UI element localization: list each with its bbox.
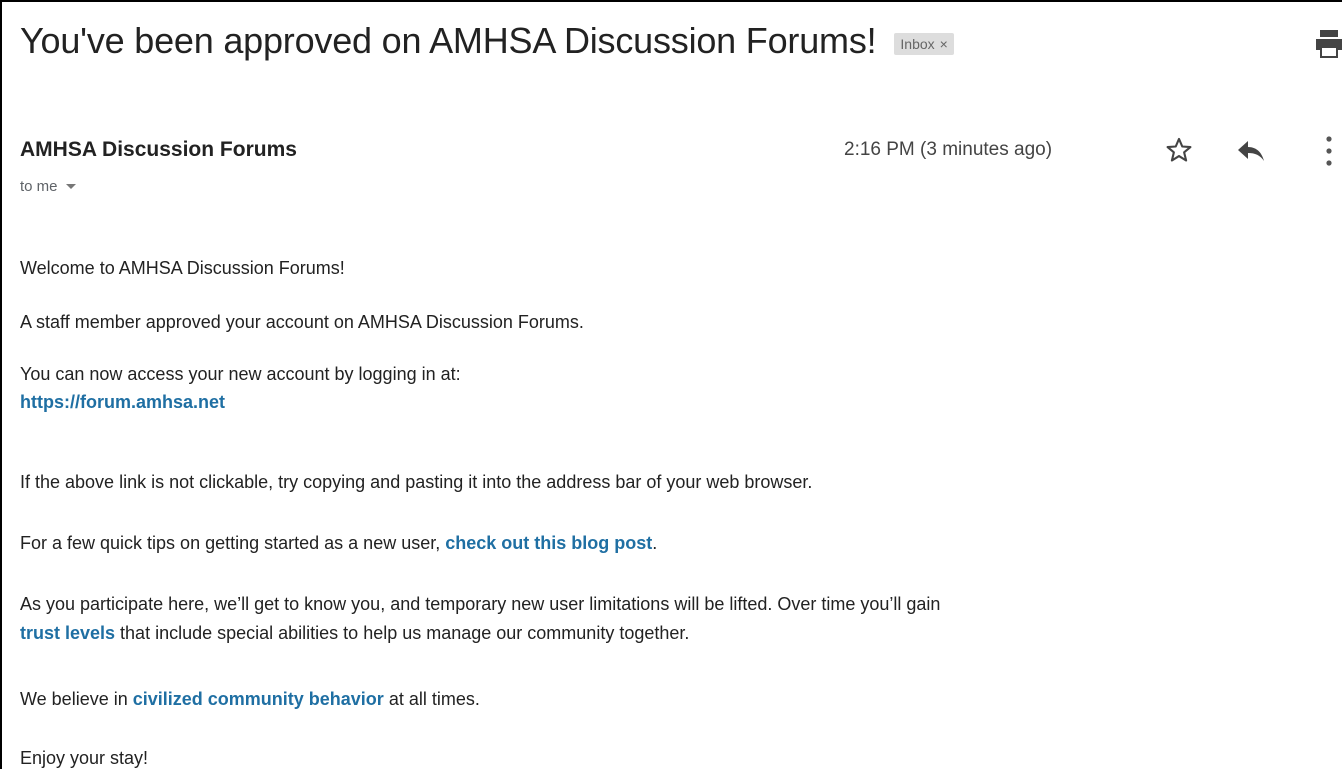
email-view: You've been approved on AMHSA Discussion… (0, 0, 1342, 769)
email-subject: You've been approved on AMHSA Discussion… (20, 20, 877, 61)
inbox-label-chip[interactable]: Inbox × (894, 33, 954, 55)
reply-icon[interactable] (1237, 140, 1265, 162)
access-text: You can now access your new account by l… (20, 364, 461, 384)
enjoy-text: Enjoy your stay! (20, 748, 149, 768)
recipient-text: to me (20, 178, 58, 195)
welcome-text: Welcome to AMHSA Discussion Forums! (20, 258, 345, 278)
recipient-details-toggle[interactable]: to me (20, 178, 76, 195)
more-vert-icon[interactable] (1324, 134, 1334, 168)
print-icon[interactable] (1316, 30, 1342, 58)
believe-suffix: at all times. (383, 689, 480, 709)
remove-label-icon[interactable]: × (940, 36, 948, 52)
star-icon[interactable] (1165, 136, 1193, 164)
tips-paragraph: For a few quick tips on getting started … (20, 529, 657, 557)
email-timestamp: 2:16 PM (3 minutes ago) (844, 139, 1053, 160)
chevron-down-icon[interactable] (65, 184, 76, 189)
participate-line-2: trust levels that include special abilit… (20, 619, 689, 647)
civilized-behavior-link[interactable]: civilized community behavior (133, 689, 384, 709)
not-clickable-text: If the above link is not clickable, try … (20, 472, 813, 492)
blog-post-link[interactable]: check out this blog post (445, 533, 652, 553)
login-link[interactable]: https://forum.amhsa.net (20, 392, 225, 412)
trust-levels-link[interactable]: trust levels (20, 623, 115, 643)
participate-suffix: that include special abilities to help u… (115, 623, 690, 643)
sender-name: AMHSA Discussion Forums (20, 138, 297, 161)
believe-paragraph: We believe in civilized community behavi… (20, 685, 480, 713)
tips-prefix: For a few quick tips on getting started … (20, 533, 446, 553)
believe-prefix: We believe in (20, 689, 133, 709)
label-text: Inbox (900, 36, 935, 52)
participate-line-1: As you participate here, we’ll get to kn… (20, 594, 941, 614)
tips-suffix: . (652, 533, 658, 553)
subject-row: You've been approved on AMHSA Discussion… (20, 20, 954, 62)
approved-text: A staff member approved your account on … (20, 312, 584, 332)
